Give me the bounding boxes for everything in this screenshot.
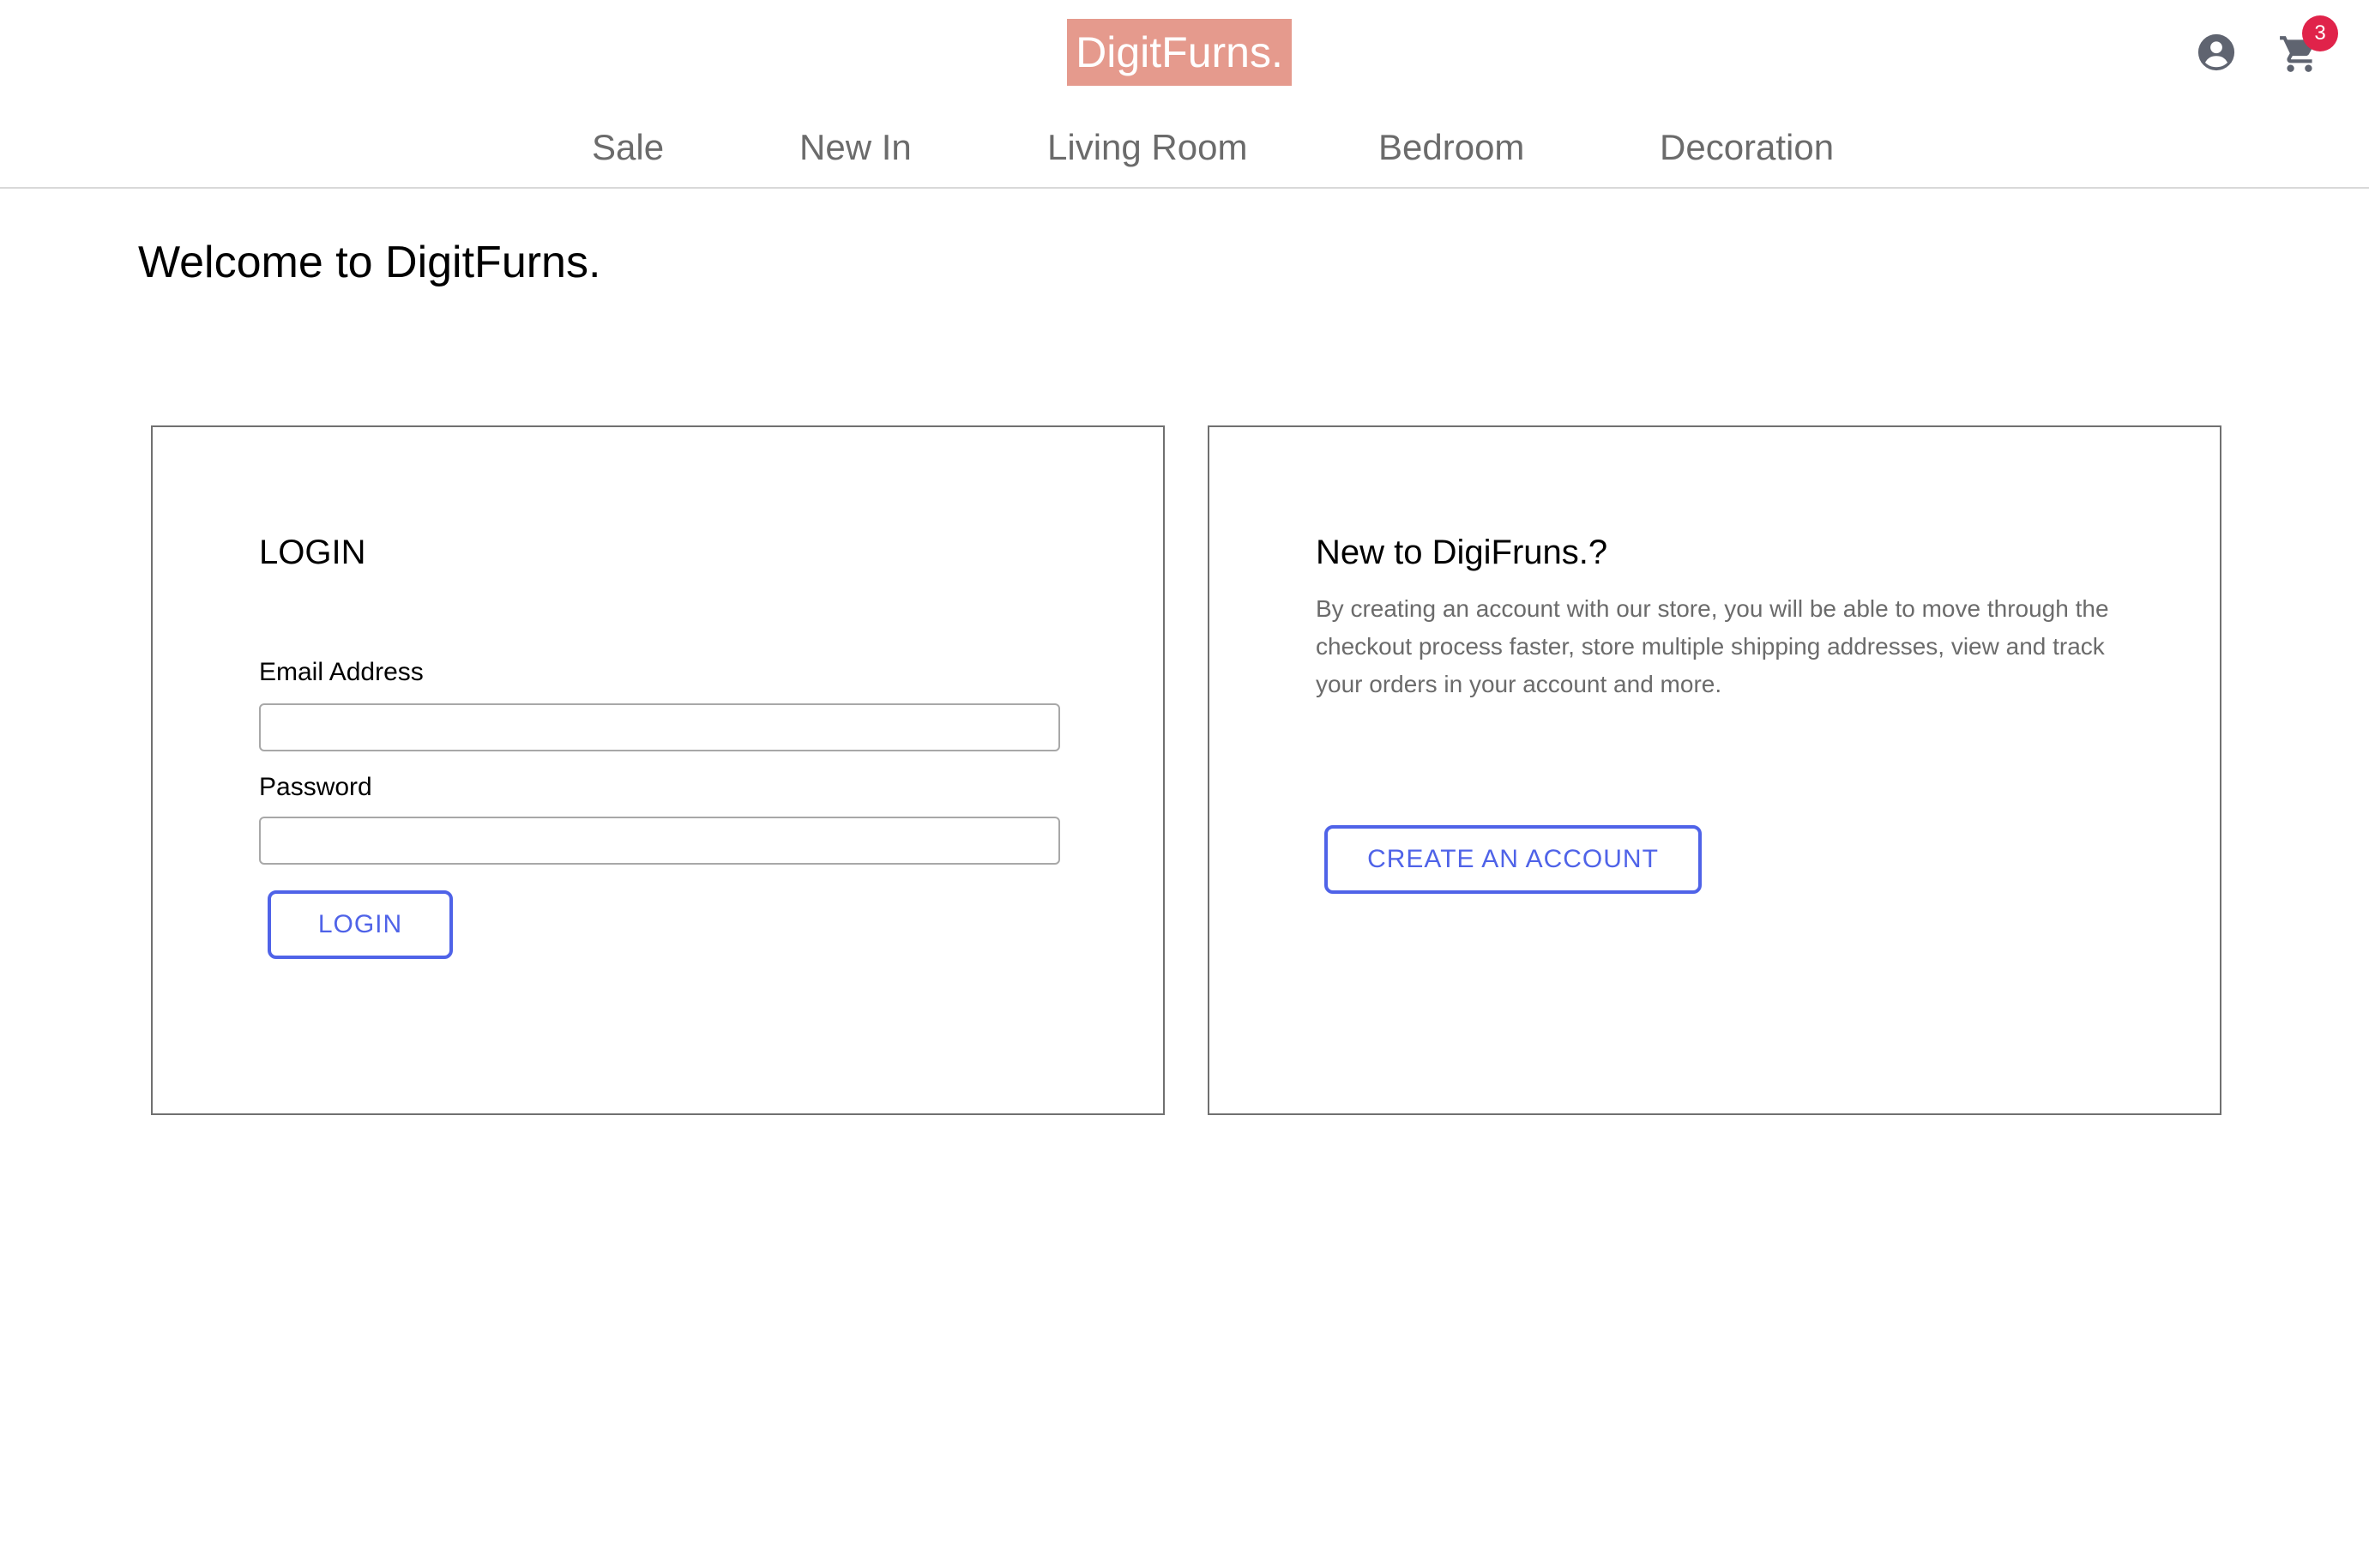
password-field[interactable]	[259, 817, 1060, 865]
login-title: LOGIN	[259, 534, 366, 571]
email-field[interactable]	[259, 703, 1060, 751]
nav-item-living-room[interactable]: Living Room	[1047, 124, 1247, 172]
site-header: DigitFurns. 3 Sale New In Living Room Be…	[0, 0, 2369, 189]
register-panel: New to DigiFruns.? By creating an accoun…	[1208, 425, 2221, 1115]
login-panel: LOGIN Email Address Password LOGIN	[151, 425, 1165, 1115]
page-title: Welcome to DigitFurns.	[138, 238, 601, 287]
nav-item-new-in[interactable]: New In	[799, 124, 912, 172]
site-logo[interactable]: DigitFurns.	[1067, 19, 1292, 86]
register-description: By creating an account with our store, y…	[1316, 595, 2109, 697]
password-label: Password	[259, 773, 372, 801]
login-button[interactable]: LOGIN	[268, 890, 453, 959]
nav-item-decoration[interactable]: Decoration	[1660, 124, 1834, 172]
nav-item-bedroom[interactable]: Bedroom	[1378, 124, 1524, 172]
nav-item-sale[interactable]: Sale	[592, 124, 664, 172]
account-circle-icon[interactable]	[2197, 33, 2236, 72]
register-title: New to DigiFruns.?	[1316, 534, 1608, 571]
cart-count-badge: 3	[2302, 15, 2338, 51]
create-account-button[interactable]: CREATE AN ACCOUNT	[1324, 825, 1702, 894]
email-label: Email Address	[259, 658, 424, 686]
